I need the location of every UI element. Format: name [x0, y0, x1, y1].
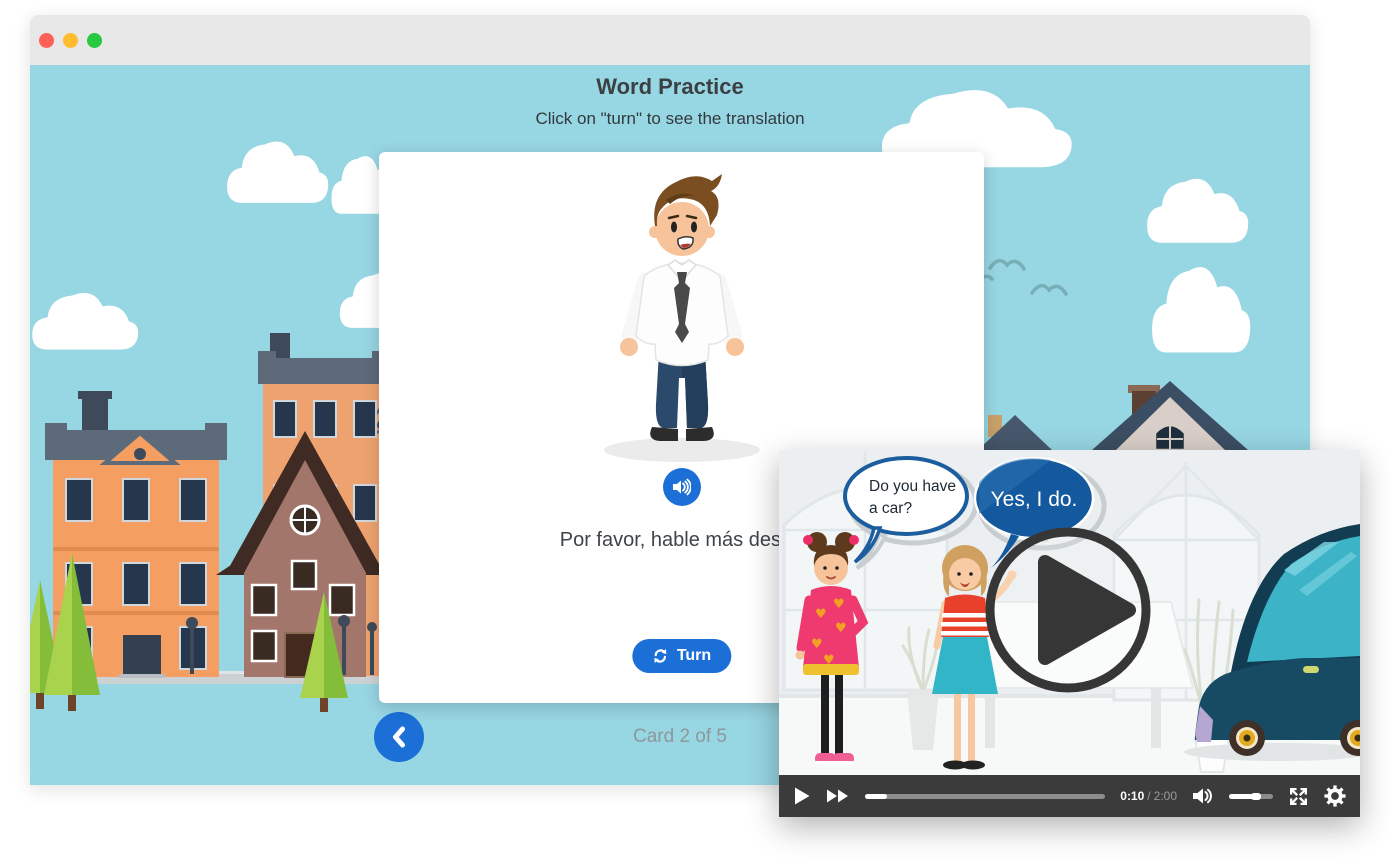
play-icon — [793, 786, 811, 806]
window-titlebar — [30, 15, 1310, 65]
fullscreen-icon — [1288, 786, 1309, 807]
time-current: 0:10 — [1120, 789, 1144, 803]
minimize-window-button[interactable] — [63, 33, 78, 48]
gear-icon — [1324, 785, 1346, 807]
video-controls-bar: 0:10/ 2:00 — [779, 775, 1360, 817]
volume-handle[interactable] — [1251, 793, 1261, 800]
time-separator: / — [1147, 789, 1150, 803]
time-display: 0:10/ 2:00 — [1120, 789, 1177, 803]
fullscreen-button[interactable] — [1288, 786, 1309, 807]
speaker-icon — [672, 478, 691, 496]
settings-button[interactable] — [1324, 785, 1346, 807]
volume-icon — [1192, 787, 1214, 805]
volume-slider[interactable] — [1229, 794, 1273, 799]
time-total: 2:00 — [1154, 789, 1177, 803]
page-subtitle: Click on "turn" to see the translation — [30, 107, 1310, 131]
fast-forward-icon — [826, 788, 850, 804]
page-title: Word Practice — [30, 75, 1310, 99]
refresh-icon — [652, 648, 668, 664]
play-overlay-button[interactable] — [779, 450, 1360, 775]
zoom-window-button[interactable] — [87, 33, 102, 48]
video-screen: ♥♥ ♥♥♥ — [779, 450, 1360, 775]
play-button[interactable] — [793, 786, 811, 806]
progress-bar[interactable] — [865, 794, 1105, 799]
progress-fill — [865, 794, 887, 799]
fast-forward-button[interactable] — [826, 788, 850, 804]
close-window-button[interactable] — [39, 33, 54, 48]
man-illustration — [579, 166, 785, 466]
audio-button[interactable] — [663, 468, 701, 506]
video-player: ♥♥ ♥♥♥ — [779, 450, 1360, 817]
turn-button[interactable]: Turn — [632, 639, 731, 673]
turn-button-label: Turn — [677, 647, 711, 665]
screenshot-root: Word Practice Click on "turn" to see the… — [0, 0, 1390, 860]
volume-button[interactable] — [1192, 787, 1214, 805]
